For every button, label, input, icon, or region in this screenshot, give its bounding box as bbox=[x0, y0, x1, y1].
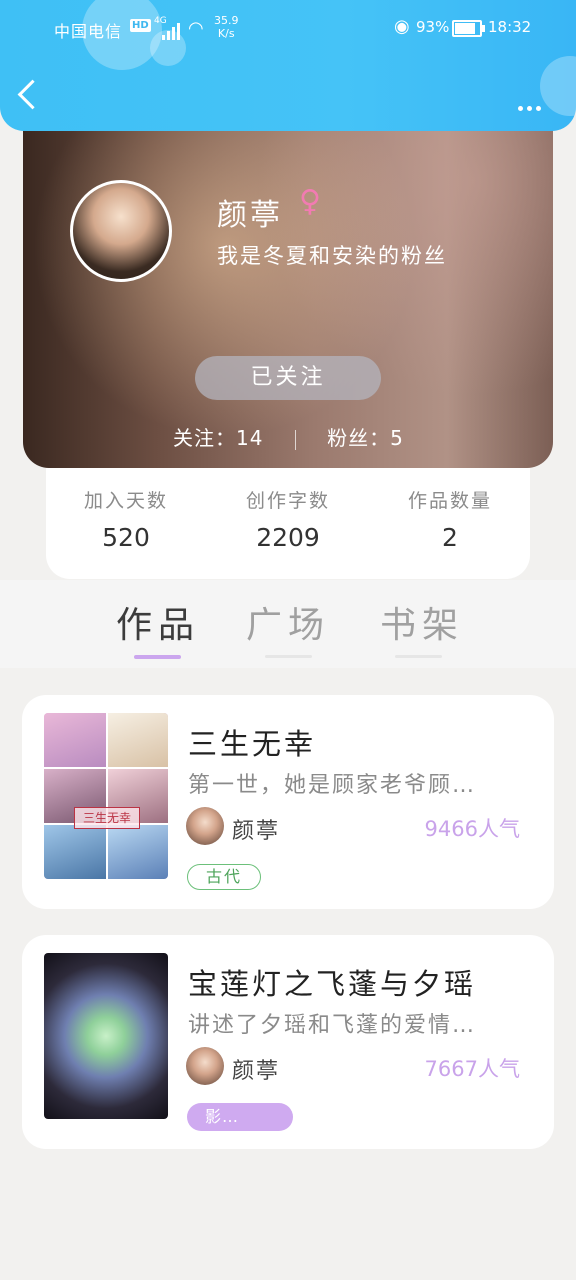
genre-tag[interactable]: 古代 bbox=[187, 864, 261, 890]
battery-percent: 93% bbox=[416, 18, 450, 36]
decor-bubble bbox=[540, 56, 576, 116]
fans-label: 粉丝： bbox=[327, 426, 391, 450]
tab-bar: 作品 广场 书架 bbox=[0, 580, 576, 668]
cover-title: 三生无幸 bbox=[74, 807, 140, 829]
header-bar: 中国电信 HD 4G ◠ 35.9 K/s ◉ 93% 18:32 bbox=[0, 0, 576, 131]
battery-fill bbox=[455, 23, 476, 34]
stat-value: 2 bbox=[442, 523, 458, 552]
stat-value: 520 bbox=[102, 523, 150, 552]
work-title[interactable]: 三生无幸 bbox=[188, 721, 316, 763]
clock: 18:32 bbox=[488, 18, 532, 36]
follow-stats: 关注：14 粉丝：5 bbox=[173, 422, 404, 451]
work-description: 讲述了夕瑶和飞蓬的爱情… bbox=[188, 1013, 477, 1038]
speed-unit: K/s bbox=[217, 27, 235, 40]
network-speed: 35.9 K/s bbox=[214, 14, 239, 40]
wifi-icon: ◠ bbox=[188, 18, 204, 39]
stat-value: 2209 bbox=[256, 523, 320, 552]
work-title[interactable]: 宝莲灯之飞蓬与夕瑶 bbox=[188, 961, 476, 1003]
author-name: 颜葶 bbox=[232, 1059, 281, 1084]
stat-join-days: 加入天数 520 bbox=[56, 486, 196, 552]
tab-bookshelf[interactable]: 书架 bbox=[380, 596, 464, 648]
female-icon: ♀ bbox=[299, 184, 321, 219]
tab-indicator-inactive bbox=[265, 655, 312, 658]
status-bar: 中国电信 HD 4G ◠ 35.9 K/s ◉ 93% 18:32 bbox=[0, 14, 576, 44]
tab-works[interactable]: 作品 bbox=[116, 596, 200, 648]
following-label: 关注： bbox=[173, 426, 236, 450]
stat-word-count: 创作字数 2209 bbox=[218, 486, 358, 552]
work-cover[interactable]: 三生无幸 bbox=[44, 713, 168, 879]
work-cover[interactable] bbox=[44, 953, 168, 1119]
stat-label: 加入天数 bbox=[83, 490, 168, 512]
author-avatar bbox=[186, 807, 224, 845]
popularity: 7667人气 bbox=[424, 1057, 520, 1081]
fans-count[interactable]: 5 bbox=[390, 426, 404, 450]
author-avatar bbox=[186, 1047, 224, 1085]
author-name: 颜葶 bbox=[232, 819, 281, 844]
carrier-label: 中国电信 bbox=[54, 22, 123, 41]
avatar[interactable] bbox=[70, 180, 172, 282]
popularity: 9466人气 bbox=[424, 817, 520, 841]
divider bbox=[294, 429, 296, 450]
profile-hero: 颜葶 ♀ 我是冬夏和安染的粉丝 已关注 关注：14 粉丝：5 bbox=[23, 110, 553, 468]
stat-label: 作品数量 bbox=[407, 490, 492, 512]
tab-indicator-inactive bbox=[395, 655, 442, 658]
stat-work-count: 作品数量 2 bbox=[380, 486, 520, 552]
tab-indicator bbox=[134, 655, 181, 659]
stats-card: 加入天数 520 创作字数 2209 作品数量 2 bbox=[46, 468, 530, 579]
profile-name: 颜葶 bbox=[217, 198, 283, 233]
tab-square[interactable]: 广场 bbox=[246, 596, 330, 648]
hd-badge: HD bbox=[130, 19, 151, 32]
signal-icon bbox=[158, 22, 182, 40]
more-icon[interactable] bbox=[518, 96, 545, 115]
back-icon[interactable] bbox=[17, 79, 48, 110]
work-card[interactable]: 三生无幸 三生无幸 第一世，她是顾家老爷顾… 颜葶 9466人气 古代 bbox=[22, 695, 554, 909]
genre-tag[interactable]: 影… bbox=[187, 1103, 293, 1131]
profile-bio: 我是冬夏和安染的粉丝 bbox=[217, 244, 447, 268]
stat-label: 创作字数 bbox=[245, 490, 330, 512]
speed-value: 35.9 bbox=[214, 14, 239, 27]
following-count[interactable]: 14 bbox=[236, 426, 263, 450]
follow-button[interactable]: 已关注 bbox=[195, 356, 381, 400]
work-description: 第一世，她是顾家老爷顾… bbox=[188, 773, 477, 798]
eye-icon: ◉ bbox=[394, 16, 410, 37]
work-card[interactable]: 宝莲灯之飞蓬与夕瑶 讲述了夕瑶和飞蓬的爱情… 颜葶 7667人气 影… bbox=[22, 935, 554, 1149]
battery-icon bbox=[452, 20, 485, 37]
